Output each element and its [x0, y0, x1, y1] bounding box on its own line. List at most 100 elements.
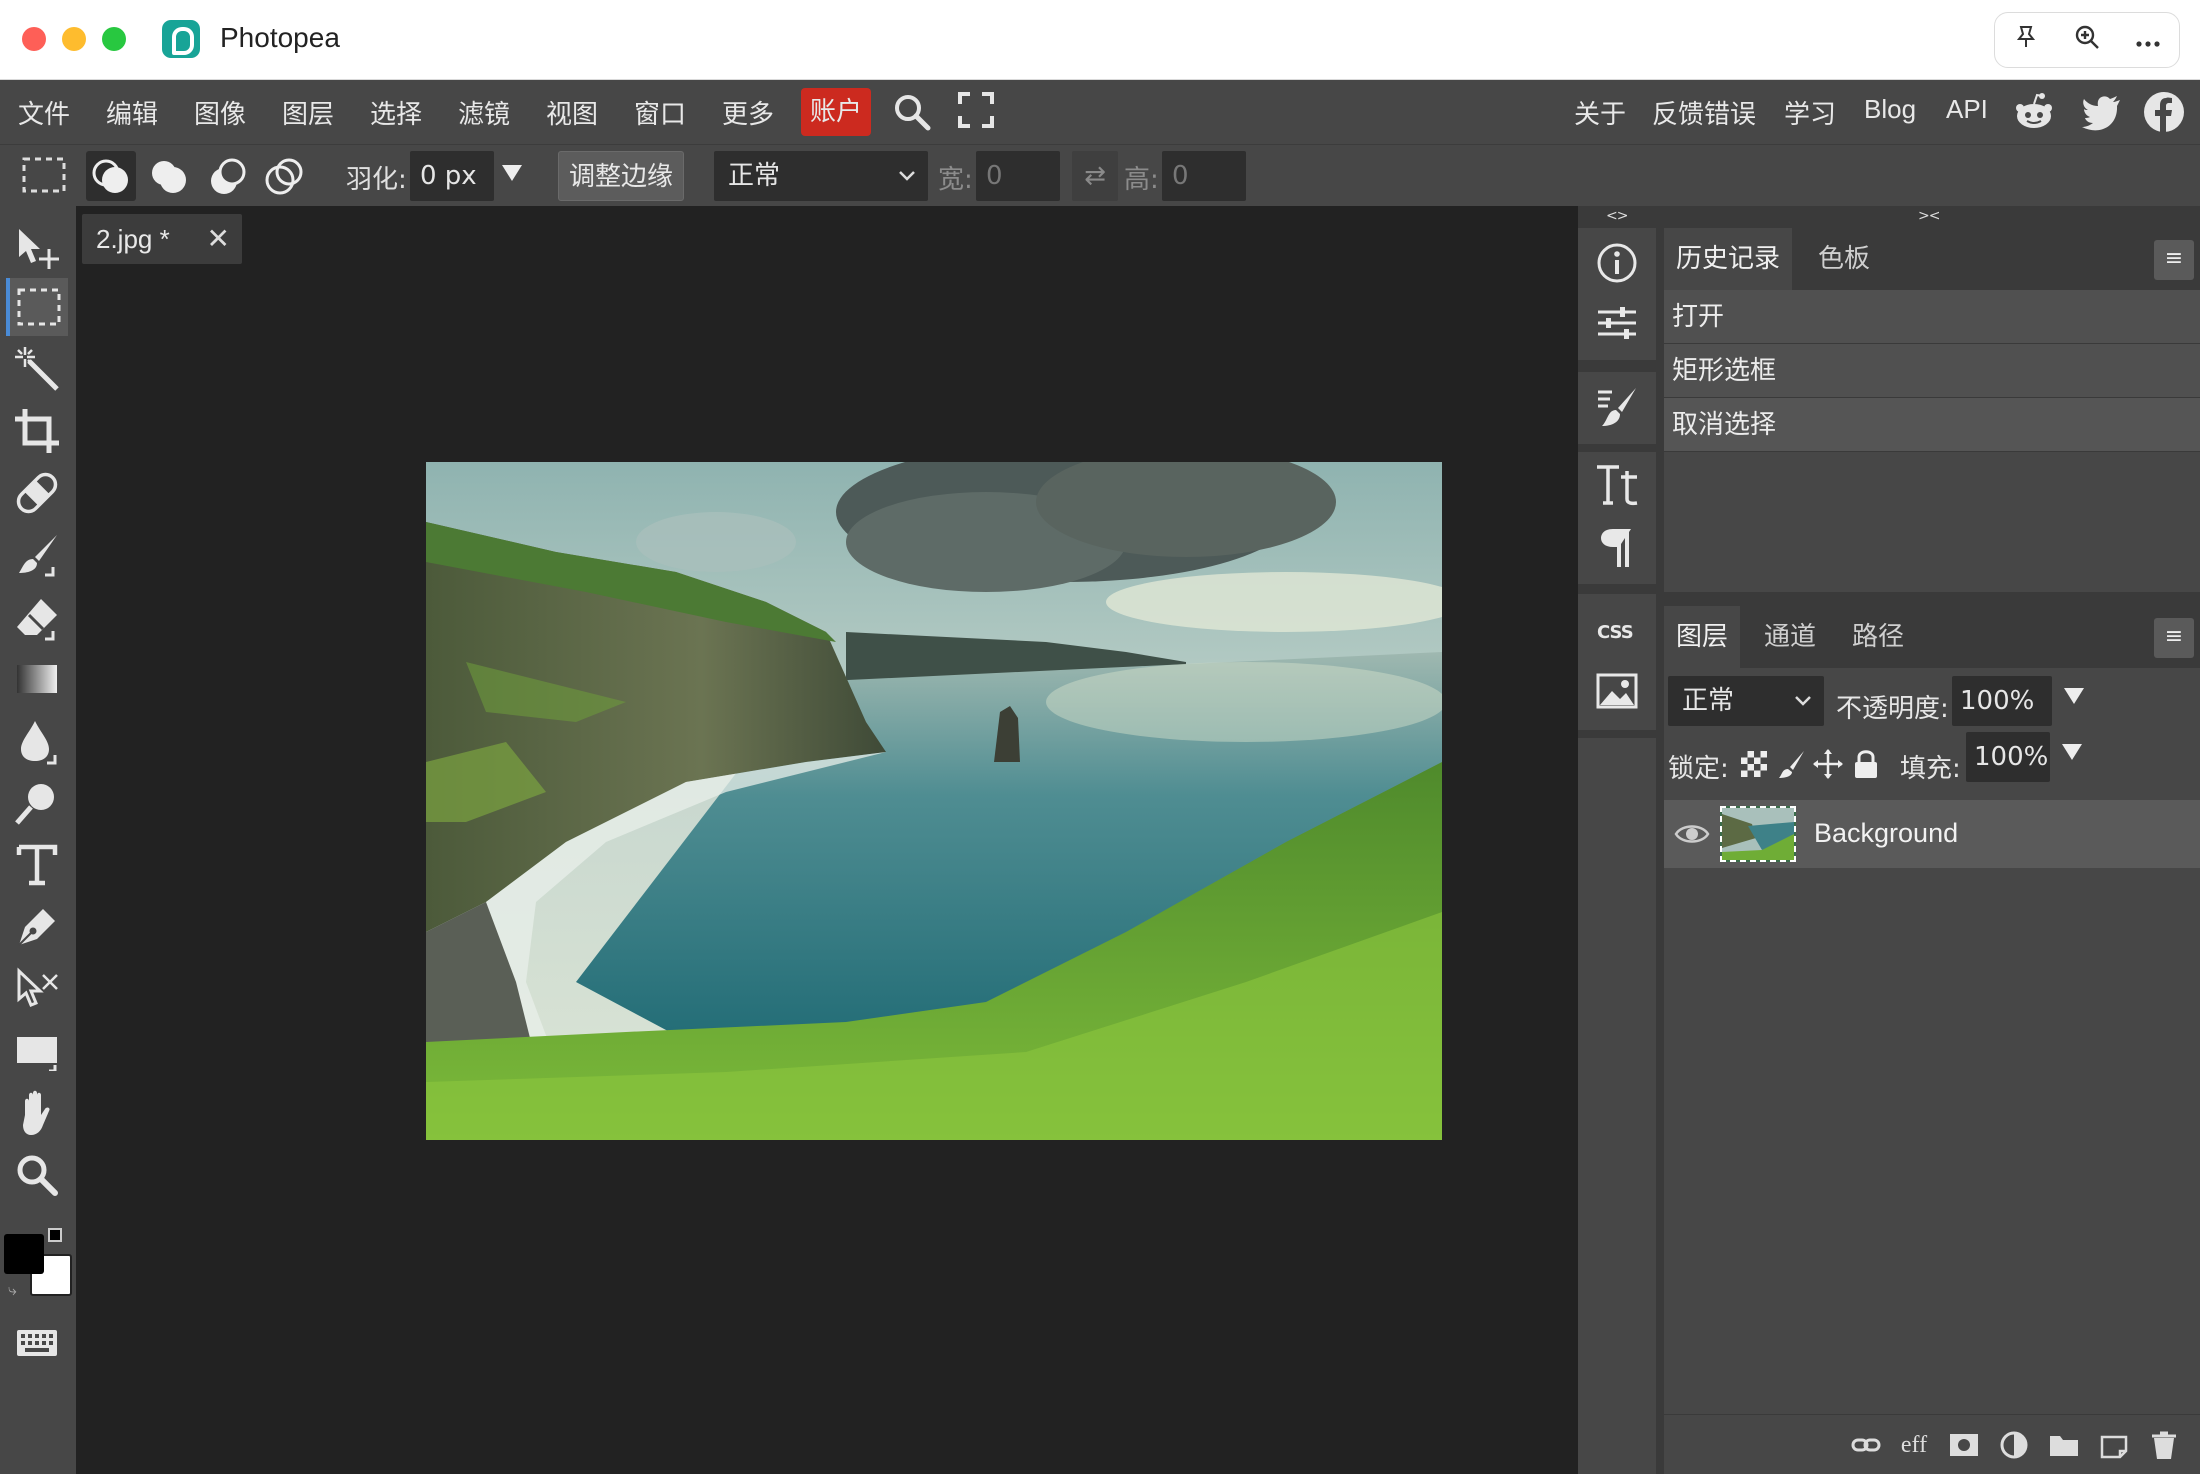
css-icon[interactable]: CSS: [1592, 606, 1642, 656]
effects-icon[interactable]: eff: [1896, 1427, 1932, 1463]
collapse-panels-icon[interactable]: ><: [1918, 208, 1940, 224]
image-icon[interactable]: [1592, 666, 1642, 716]
canvas-image[interactable]: [426, 462, 1442, 1140]
tab-swatches[interactable]: 色板: [1806, 228, 1882, 290]
menu-learn[interactable]: 学习: [1784, 94, 1836, 131]
tab-history[interactable]: 历史记录: [1664, 228, 1793, 290]
rect-select-tool-icon[interactable]: [6, 278, 68, 336]
blur-tool-icon[interactable]: [6, 712, 68, 770]
close-tab-icon[interactable]: ✕: [207, 214, 230, 264]
lock-position-icon[interactable]: [1812, 748, 1844, 780]
history-panel-menu-icon[interactable]: ≡: [2154, 240, 2194, 280]
refine-edge-button[interactable]: 调整边缘: [558, 151, 684, 201]
folder-icon[interactable]: [2046, 1427, 2082, 1463]
twitter-icon[interactable]: [2080, 90, 2124, 134]
selection-intersect-icon[interactable]: [260, 151, 310, 205]
adjustments-icon[interactable]: [1592, 298, 1642, 348]
selection-new-icon[interactable]: [86, 151, 136, 201]
default-colors-icon[interactable]: [48, 1228, 62, 1242]
crop-tool-icon[interactable]: [6, 402, 68, 460]
blend-mode-select[interactable]: 正常: [1668, 676, 1824, 726]
fill-input[interactable]: 100%: [1966, 732, 2050, 782]
new-layer-icon[interactable]: [2096, 1427, 2132, 1463]
zoom-tool-icon[interactable]: [6, 1146, 68, 1204]
character-icon[interactable]: [1592, 460, 1642, 510]
history-entry[interactable]: 打开: [1664, 290, 2200, 344]
menu-layer[interactable]: 图层: [282, 94, 334, 131]
opacity-input[interactable]: 100%: [1952, 676, 2052, 726]
menu-more[interactable]: 更多: [722, 94, 774, 131]
selection-style-select[interactable]: 正常: [714, 151, 928, 201]
trash-icon[interactable]: [2146, 1427, 2182, 1463]
menu-select[interactable]: 选择: [370, 94, 422, 131]
menu-report-bug[interactable]: 反馈错误: [1652, 94, 1756, 131]
zoom-in-icon[interactable]: [2065, 24, 2109, 56]
lock-all-icon[interactable]: [1850, 748, 1882, 780]
selection-add-icon[interactable]: [144, 151, 194, 205]
magic-wand-tool-icon[interactable]: [6, 340, 68, 398]
pen-tool-icon[interactable]: [6, 898, 68, 956]
menu-about[interactable]: 关于: [1574, 94, 1626, 131]
menu-blog[interactable]: Blog: [1864, 94, 1916, 125]
feather-dropdown-icon[interactable]: [500, 163, 524, 187]
mask-icon[interactable]: [1946, 1427, 1982, 1463]
menu-window[interactable]: 窗口: [634, 94, 686, 131]
lock-transparency-icon[interactable]: [1738, 748, 1770, 780]
more-icon[interactable]: [2126, 26, 2170, 54]
minimize-window-button[interactable]: [62, 27, 86, 51]
menu-file[interactable]: 文件: [18, 94, 70, 131]
layer-row[interactable]: Background: [1664, 800, 2200, 868]
hand-tool-icon[interactable]: [6, 1084, 68, 1142]
brush-tool-icon[interactable]: [6, 526, 68, 584]
move-tool-icon[interactable]: [6, 220, 68, 278]
opacity-dropdown-icon[interactable]: [2062, 686, 2086, 712]
keyboard-icon[interactable]: [6, 1314, 68, 1372]
shape-tool-icon[interactable]: [6, 1022, 68, 1080]
foreground-color-swatch[interactable]: [4, 1234, 44, 1274]
path-select-tool-icon[interactable]: [6, 960, 68, 1018]
fill-dropdown-icon[interactable]: [2060, 742, 2084, 768]
healing-tool-icon[interactable]: [6, 464, 68, 522]
history-entry[interactable]: 取消选择: [1664, 398, 2200, 452]
menu-edit[interactable]: 编辑: [106, 94, 158, 131]
tab-channels[interactable]: 通道: [1752, 606, 1828, 668]
fullscreen-icon[interactable]: [956, 90, 1000, 134]
menu-filter[interactable]: 滤镜: [458, 94, 510, 131]
link-icon[interactable]: [1848, 1427, 1884, 1463]
menu-api[interactable]: API: [1946, 94, 1988, 125]
dodge-tool-icon[interactable]: [6, 774, 68, 832]
menu-account[interactable]: 账户: [801, 88, 872, 136]
gradient-tool-icon[interactable]: [6, 650, 68, 708]
icon-strip-group-4: CSS: [1578, 594, 1656, 730]
layers-panel-menu-icon[interactable]: ≡: [2154, 618, 2194, 658]
layer-lock-row: 锁定: 填充: 100%: [1664, 732, 2200, 796]
pin-icon[interactable]: [2004, 25, 2048, 55]
swap-colors-icon[interactable]: ⤷: [8, 1280, 17, 1300]
brush-settings-icon[interactable]: [1592, 382, 1642, 432]
selection-subtract-icon[interactable]: [202, 151, 252, 205]
menu-view[interactable]: 视图: [546, 94, 598, 131]
height-input[interactable]: 0: [1162, 151, 1246, 201]
feather-input[interactable]: 0 px: [410, 151, 494, 201]
photopea-logo-icon: [162, 20, 200, 58]
search-icon[interactable]: [890, 90, 934, 134]
facebook-icon[interactable]: [2142, 90, 2186, 134]
expand-panels-icon[interactable]: <>: [1606, 208, 1628, 224]
reddit-icon[interactable]: [2012, 90, 2056, 134]
paragraph-icon[interactable]: [1592, 522, 1642, 572]
info-icon[interactable]: [1592, 238, 1642, 288]
width-input[interactable]: 0: [976, 151, 1060, 201]
type-tool-icon[interactable]: [6, 836, 68, 894]
maximize-window-button[interactable]: [102, 27, 126, 51]
eye-icon[interactable]: [1674, 818, 1710, 850]
tab-layers[interactable]: 图层: [1664, 606, 1741, 668]
eraser-tool-icon[interactable]: [6, 588, 68, 646]
document-tab[interactable]: 2.jpg * ✕: [82, 214, 242, 264]
history-entry[interactable]: 矩形选框: [1664, 344, 2200, 398]
adjustment-icon[interactable]: [1996, 1427, 2032, 1463]
lock-pixels-icon[interactable]: [1776, 748, 1808, 780]
swap-dimensions-icon[interactable]: ⇄: [1072, 151, 1118, 201]
close-window-button[interactable]: [22, 27, 46, 51]
menu-image[interactable]: 图像: [194, 94, 246, 131]
tab-paths[interactable]: 路径: [1840, 606, 1916, 668]
